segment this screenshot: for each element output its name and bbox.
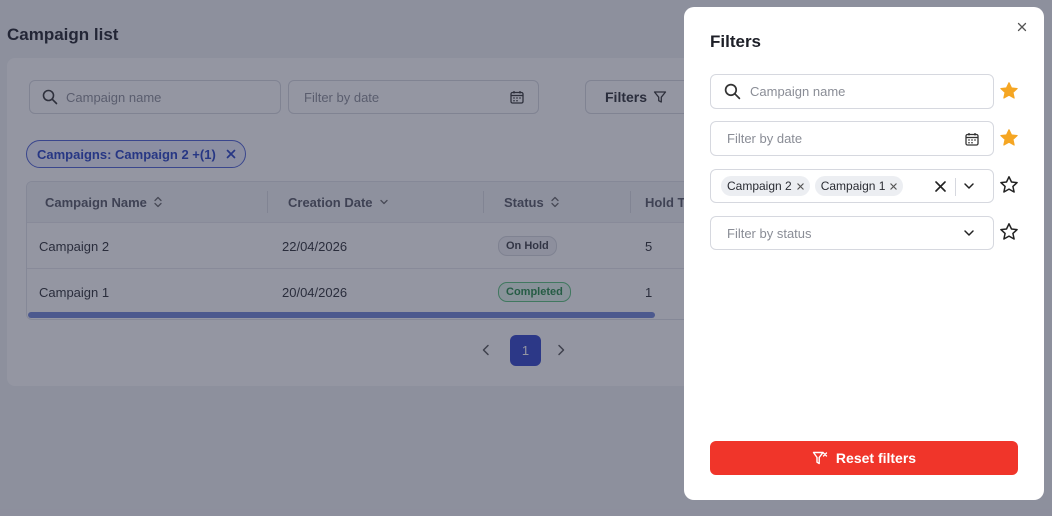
calendar-icon	[965, 132, 979, 146]
reset-filters-button[interactable]: Reset filters	[710, 441, 1018, 475]
chip-remove-icon[interactable]	[890, 182, 898, 190]
campaign-name-input[interactable]: Campaign name	[710, 74, 994, 109]
chip-remove-icon[interactable]	[796, 182, 804, 190]
star-filled-icon[interactable]	[999, 81, 1019, 101]
star-outline-icon[interactable]	[999, 175, 1019, 195]
clear-selection-icon[interactable]	[935, 180, 946, 192]
status-select[interactable]: Filter by status	[710, 216, 994, 250]
date-filter-placeholder: Filter by date	[727, 131, 803, 146]
multiselect-divider	[955, 178, 956, 196]
status-placeholder: Filter by status	[727, 225, 812, 241]
reset-filters-label: Reset filters	[835, 450, 917, 466]
date-filter-field[interactable]: Filter by date	[710, 121, 994, 156]
chevron-down-icon	[964, 230, 974, 236]
search-icon	[724, 83, 741, 100]
selected-campaign-chip: Campaign 2	[721, 176, 810, 196]
close-button[interactable]	[1014, 19, 1030, 35]
funnel-clear-icon	[812, 451, 828, 465]
chevron-down-icon[interactable]	[963, 180, 975, 192]
selected-campaign-chip: Campaign 1	[814, 176, 904, 196]
close-icon	[1017, 22, 1027, 32]
campaign-multiselect[interactable]: Campaign 2 Campaign 1	[710, 169, 994, 203]
drawer-title: Filters	[710, 32, 762, 51]
star-outline-icon[interactable]	[999, 222, 1019, 242]
campaign-name-placeholder: Campaign name	[750, 84, 846, 99]
filters-drawer: Filters Campaign name Filter by date Cam…	[684, 7, 1044, 500]
star-filled-icon[interactable]	[999, 128, 1019, 148]
